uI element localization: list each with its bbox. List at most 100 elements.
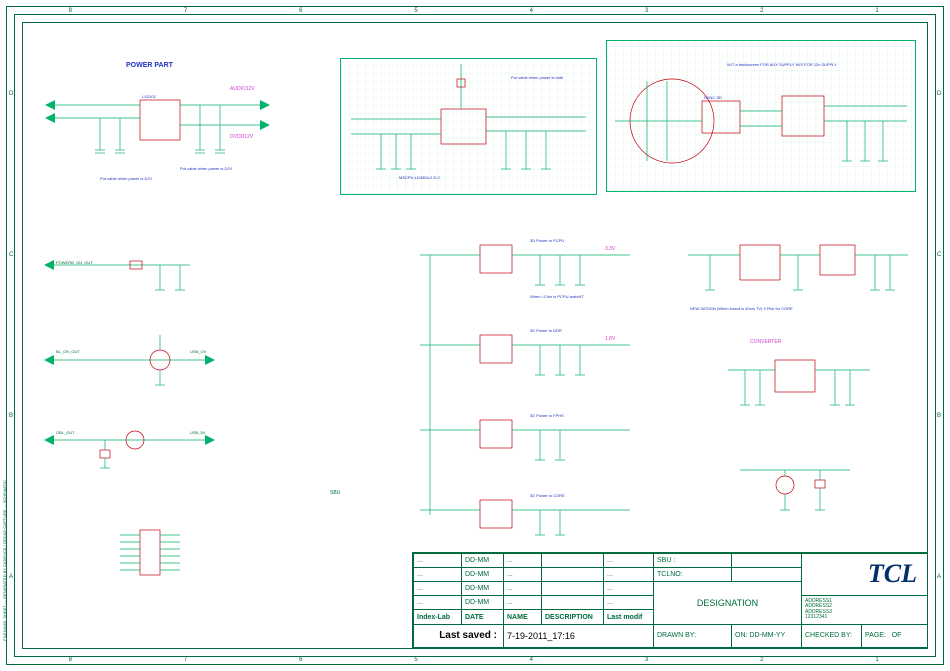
ic-label-u102: MSCPU-LD3554-2 D.C [399, 175, 440, 180]
rev-cell: ... [604, 581, 654, 595]
schematic-block-converter: CONVERTER [720, 335, 880, 425]
rev-header: DESCRIPTION [542, 610, 604, 625]
ruler-top-cell: 2 [760, 657, 763, 663]
svg-text:CONVERTER: CONVERTER [750, 339, 782, 345]
rev-header: DATE [462, 610, 504, 625]
schematic-block-3: W/T a backscreen FOR AUX SUPPLY W/S FOR … [606, 40, 916, 192]
ruler-left-cell: B [9, 413, 13, 419]
ruler-left-cell: A [937, 574, 941, 580]
svg-text:3D Power to DDR: 3D Power to DDR [530, 328, 562, 333]
schematic-block-header [110, 520, 190, 580]
on-cell: ON: DD-MM-YY [732, 624, 802, 647]
schematic-block-regulators: 3D Power to PCPU 3.3V When I-Chin is PCP… [410, 230, 640, 550]
rev-cell: ... [504, 554, 542, 568]
rev-cell: ... [414, 567, 462, 581]
title-block: ... DD-MM ... ... SBU : TCL ... DD-MM ..… [412, 552, 928, 649]
svg-text:Put cable when power is DJV: Put cable when power is DJV [180, 166, 232, 171]
ruler-top-cell: 8 [69, 657, 72, 663]
rev-cell: ... [414, 595, 462, 610]
checked-by-label: CHECKED BY: [802, 624, 862, 647]
tclno-label: TCLNO: [654, 567, 732, 581]
rev-cell: ... [604, 567, 654, 581]
rev-cell [542, 595, 604, 610]
svg-text:Put cable when power is DJV: Put cable when power is DJV [100, 176, 152, 181]
ruler-top-cell: 5 [414, 657, 417, 663]
svg-text:USB_5V: USB_5V [190, 430, 206, 435]
rev-cell: ... [604, 554, 654, 568]
tcl-logo: TCL [802, 554, 928, 596]
rev-cell: DD-MM [462, 554, 504, 568]
rev-cell: DD-MM [462, 567, 504, 581]
tclno-value [732, 567, 802, 581]
last-saved-value: 7-19-2011_17:16 [504, 624, 654, 647]
sheet-side-note: FILENAME: SHEET — GENERATED BY CADENCE /… [2, 480, 7, 641]
designation-label: DESIGNATION [654, 581, 802, 624]
svg-text:Put cable when power is both: Put cable when power is both [511, 75, 563, 80]
ruler-top-cell: 6 [299, 657, 302, 663]
ruler-top-cell: 8 [69, 8, 72, 14]
ruler-top-cell: 3 [645, 657, 648, 663]
address-block: ADDRESS1 ADDRESS2 ADDRESS3 12312341 [802, 595, 928, 624]
ruler-left-cell: D [9, 91, 13, 97]
svg-text:AUDIO12V: AUDIO12V [230, 86, 255, 92]
schematic-block-2: MSCPU-LD3554-2 D.C Put cable when power … [340, 58, 597, 195]
svg-text:DVDD12V: DVDD12V [230, 134, 254, 140]
svg-text:3.3V: 3.3V [605, 246, 616, 252]
last-saved-label: Last saved : [414, 624, 504, 647]
ic-label-u101: LX2202 [142, 94, 157, 99]
svg-text:1.8V: 1.8V [605, 336, 616, 342]
rev-cell: DD-MM [462, 595, 504, 610]
schematic-block-obl: OBL_OUT USB_5V [40, 410, 240, 480]
rev-cell: DD-MM [462, 581, 504, 595]
svg-text:When I-Chin is PCPU-matcNT: When I-Chin is PCPU-matcNT [530, 294, 584, 299]
ruler-top-cell: 7 [184, 657, 187, 663]
svg-text:3D Power to CORE: 3D Power to CORE [530, 493, 565, 498]
ruler-top-cell: 2 [760, 8, 763, 14]
schematic-block-powerb-on: POWERB_ON_OUT [40, 240, 220, 300]
rev-cell [542, 554, 604, 568]
drawn-by-label: DRAWN BY: [654, 624, 732, 647]
ruler-top-cell: 4 [530, 8, 533, 14]
rev-cell [542, 567, 604, 581]
rev-header: Index-Lab [414, 610, 462, 625]
svg-text:3D Power to PCPU: 3D Power to PCPU [530, 238, 564, 243]
ruler-top-cell: 5 [414, 8, 417, 14]
schematic-block-bl-on: BL_ON_OUT USB_OV [40, 325, 240, 395]
ruler-top-cell: 4 [530, 657, 533, 663]
sbu-value [732, 554, 802, 568]
ruler-left-cell: B [937, 413, 941, 419]
ruler-top-cell: 1 [875, 657, 878, 663]
ruler-left-cell: C [937, 252, 941, 258]
ruler-top-cell: 6 [299, 8, 302, 14]
svg-text:OBL_OUT: OBL_OUT [56, 430, 75, 435]
svg-text:W/T a backscreen FOR AUX SUPPL: W/T a backscreen FOR AUX SUPPLY W/S FOR … [727, 62, 837, 67]
ruler-left-cell: C [9, 252, 13, 258]
rev-cell: ... [504, 567, 542, 581]
ruler-left-cell: A [9, 574, 13, 580]
svg-text:BL_ON_OUT: BL_ON_OUT [56, 349, 80, 354]
label-sbu-floating: SBU [330, 490, 340, 496]
rev-header: Last modif [604, 610, 654, 625]
sbu-label: SBU : [654, 554, 732, 568]
section-title-power-part: POWER PART [126, 62, 173, 69]
svg-text:POWERB_ON_OUT: POWERB_ON_OUT [56, 260, 93, 265]
rev-cell: ... [504, 581, 542, 595]
rev-cell: ... [504, 595, 542, 610]
rev-cell [542, 581, 604, 595]
svg-text:NEW DESIGN (When board is 40cm: NEW DESIGN (When board is 40cm TV) 9 Pic… [690, 306, 793, 311]
rev-cell: ... [414, 554, 462, 568]
schematic-block-newdesign: NEW DESIGN (When board is 40cm TV) 9 Pic… [680, 225, 915, 315]
ruler-top-cell: 1 [875, 8, 878, 14]
rev-cell: ... [604, 595, 654, 610]
schematic-block-power-part: LX2202 AUDIO12V DVDD12V Put cable when p… [40, 70, 280, 190]
rev-header: NAME [504, 610, 542, 625]
ic-label-u104: SYNC-SD [704, 95, 722, 100]
ruler-top-cell: 3 [645, 8, 648, 14]
schematic-block-small1 [730, 450, 860, 530]
rev-cell: ... [414, 581, 462, 595]
ruler-top-cell: 7 [184, 8, 187, 14]
svg-text:USB_OV: USB_OV [190, 349, 207, 354]
page-cell: PAGE: OF [862, 624, 928, 647]
ruler-left-cell: D [937, 91, 941, 97]
svg-text:3D Power to FPHS: 3D Power to FPHS [530, 413, 564, 418]
